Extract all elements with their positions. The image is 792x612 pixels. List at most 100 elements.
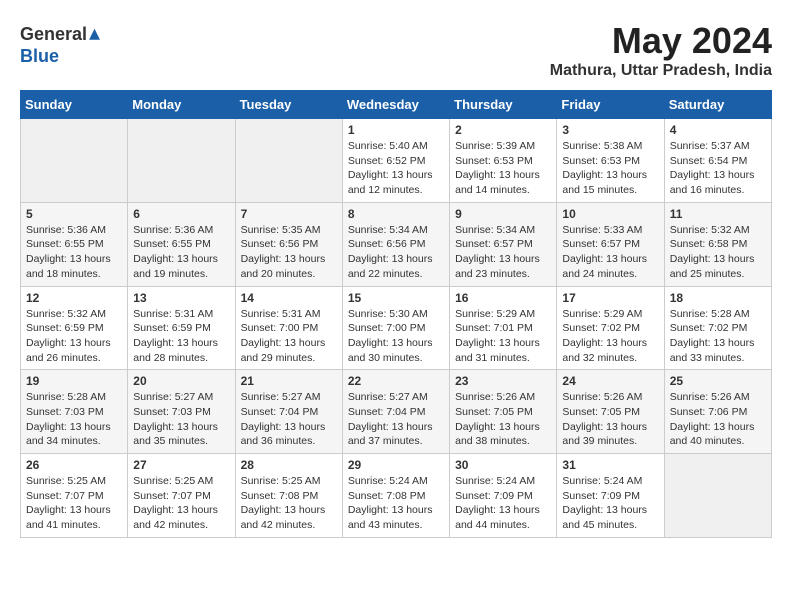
day-number: 25 <box>670 374 766 388</box>
calendar-cell: 16Sunrise: 5:29 AMSunset: 7:01 PMDayligh… <box>450 286 557 370</box>
day-info-line: Daylight: 13 hours and 30 minutes. <box>348 336 444 365</box>
day-info-line: Daylight: 13 hours and 18 minutes. <box>26 252 122 281</box>
day-info: Sunrise: 5:24 AMSunset: 7:09 PMDaylight:… <box>562 474 658 533</box>
day-info-line: Daylight: 13 hours and 37 minutes. <box>348 420 444 449</box>
day-info-line: Sunrise: 5:31 AM <box>133 307 229 322</box>
day-info-line: Sunset: 7:04 PM <box>348 405 444 420</box>
day-info: Sunrise: 5:31 AMSunset: 6:59 PMDaylight:… <box>133 307 229 366</box>
day-number: 21 <box>241 374 337 388</box>
calendar-header-row: SundayMondayTuesdayWednesdayThursdayFrid… <box>21 91 772 119</box>
calendar-cell: 7Sunrise: 5:35 AMSunset: 6:56 PMDaylight… <box>235 202 342 286</box>
day-info-line: Sunrise: 5:29 AM <box>455 307 551 322</box>
day-info: Sunrise: 5:27 AMSunset: 7:04 PMDaylight:… <box>348 390 444 449</box>
day-info: Sunrise: 5:39 AMSunset: 6:53 PMDaylight:… <box>455 139 551 198</box>
day-info-line: Sunrise: 5:26 AM <box>455 390 551 405</box>
day-info-line: Sunset: 7:08 PM <box>241 489 337 504</box>
day-number: 3 <box>562 123 658 137</box>
day-number: 1 <box>348 123 444 137</box>
day-info-line: Sunset: 7:02 PM <box>670 321 766 336</box>
day-info-line: Sunset: 7:03 PM <box>26 405 122 420</box>
day-info-line: Sunset: 6:59 PM <box>133 321 229 336</box>
day-info: Sunrise: 5:32 AMSunset: 6:59 PMDaylight:… <box>26 307 122 366</box>
day-number: 22 <box>348 374 444 388</box>
day-info-line: Daylight: 13 hours and 32 minutes. <box>562 336 658 365</box>
day-info-line: Sunset: 7:06 PM <box>670 405 766 420</box>
day-number: 26 <box>26 458 122 472</box>
calendar-header-saturday: Saturday <box>664 91 771 119</box>
calendar-cell <box>128 119 235 203</box>
day-info-line: Daylight: 13 hours and 24 minutes. <box>562 252 658 281</box>
calendar-table: SundayMondayTuesdayWednesdayThursdayFrid… <box>20 90 772 538</box>
day-info: Sunrise: 5:40 AMSunset: 6:52 PMDaylight:… <box>348 139 444 198</box>
day-info-line: Sunrise: 5:36 AM <box>133 223 229 238</box>
calendar-cell: 24 Sunrise: 5:26 AMSunset: 7:05 PMDayligh… <box>557 370 664 454</box>
day-info-line: Sunrise: 5:39 AM <box>455 139 551 154</box>
day-info-line: Sunrise: 5:34 AM <box>348 223 444 238</box>
day-info-line: Daylight: 13 hours and 29 minutes. <box>241 336 337 365</box>
logo: General▴ Blue <box>20 20 100 67</box>
calendar-cell: 14Sunrise: 5:31 AMSunset: 7:00 PMDayligh… <box>235 286 342 370</box>
calendar-cell: 20Sunrise: 5:27 AMSunset: 7:03 PMDayligh… <box>128 370 235 454</box>
day-info-line: Sunset: 6:56 PM <box>348 237 444 252</box>
day-info: Sunrise: 5:25 AMSunset: 7:07 PMDaylight:… <box>26 474 122 533</box>
day-info: Sunrise: 5:36 AMSunset: 6:55 PMDaylight:… <box>26 223 122 282</box>
day-info-line: Daylight: 13 hours and 42 minutes. <box>133 503 229 532</box>
day-info-line: Sunset: 7:05 PM <box>455 405 551 420</box>
day-number: 18 <box>670 291 766 305</box>
day-info-line: Sunset: 7:07 PM <box>26 489 122 504</box>
day-info-line: Sunrise: 5:33 AM <box>562 223 658 238</box>
day-info-line: Sunrise: 5:35 AM <box>241 223 337 238</box>
day-info-line: Daylight: 13 hours and 15 minutes. <box>562 168 658 197</box>
day-info: Sunrise: 5:34 AMSunset: 6:57 PMDaylight:… <box>455 223 551 282</box>
calendar-header-monday: Monday <box>128 91 235 119</box>
day-number: 6 <box>133 207 229 221</box>
day-info-line: Daylight: 13 hours and 40 minutes. <box>670 420 766 449</box>
day-number: 2 <box>455 123 551 137</box>
day-info-line: Sunrise: 5:30 AM <box>348 307 444 322</box>
day-info: Sunrise: 5:34 AMSunset: 6:56 PMDaylight:… <box>348 223 444 282</box>
calendar-header-sunday: Sunday <box>21 91 128 119</box>
calendar-cell: 11Sunrise: 5:32 AMSunset: 6:58 PMDayligh… <box>664 202 771 286</box>
day-info-line: Sunset: 7:08 PM <box>348 489 444 504</box>
day-info-line: Sunrise: 5:25 AM <box>26 474 122 489</box>
calendar-cell: 23Sunrise: 5:26 AMSunset: 7:05 PMDayligh… <box>450 370 557 454</box>
day-info-line: Sunset: 6:59 PM <box>26 321 122 336</box>
day-info: Sunrise: 5:24 AMSunset: 7:08 PMDaylight:… <box>348 474 444 533</box>
day-info-line: Sunset: 6:55 PM <box>133 237 229 252</box>
day-info: Sunrise: 5:28 AMSunset: 7:02 PMDaylight:… <box>670 307 766 366</box>
calendar-cell <box>664 454 771 538</box>
day-number: 31 <box>562 458 658 472</box>
calendar-cell: 4Sunrise: 5:37 AMSunset: 6:54 PMDaylight… <box>664 119 771 203</box>
calendar-week-5: 26Sunrise: 5:25 AMSunset: 7:07 PMDayligh… <box>21 454 772 538</box>
day-info: Sunrise: 5:25 AMSunset: 7:08 PMDaylight:… <box>241 474 337 533</box>
day-info-line: Sunset: 7:07 PM <box>133 489 229 504</box>
day-info-line: Daylight: 13 hours and 25 minutes. <box>670 252 766 281</box>
calendar-cell: 1 Sunrise: 5:40 AMSunset: 6:52 PMDaylight… <box>342 119 449 203</box>
calendar-cell: 28Sunrise: 5:25 AMSunset: 7:08 PMDayligh… <box>235 454 342 538</box>
calendar-cell: 3Sunrise: 5:38 AMSunset: 6:53 PMDaylight… <box>557 119 664 203</box>
day-info: Sunrise: 5:28 AMSunset: 7:03 PMDaylight:… <box>26 390 122 449</box>
day-number: 11 <box>670 207 766 221</box>
day-info-line: Sunrise: 5:32 AM <box>26 307 122 322</box>
day-number: 24 <box>562 374 658 388</box>
day-info: Sunrise: 5:29 AMSunset: 7:01 PMDaylight:… <box>455 307 551 366</box>
day-info: Sunrise: 5:26 AMSunset: 7:05 PMDaylight:… <box>562 390 658 449</box>
day-info: Sunrise: 5:29 AMSunset: 7:02 PMDaylight:… <box>562 307 658 366</box>
day-info-line: Sunrise: 5:40 AM <box>348 139 444 154</box>
day-number: 15 <box>348 291 444 305</box>
day-number: 30 <box>455 458 551 472</box>
day-info-line: Sunset: 7:00 PM <box>348 321 444 336</box>
day-info-line: Sunset: 7:09 PM <box>455 489 551 504</box>
day-info-line: Sunrise: 5:29 AM <box>562 307 658 322</box>
day-info-line: Sunset: 6:57 PM <box>562 237 658 252</box>
calendar-cell: 22 Sunrise: 5:27 AMSunset: 7:04 PMDayligh… <box>342 370 449 454</box>
logo-general: General <box>20 24 87 44</box>
day-info-line: Daylight: 13 hours and 45 minutes. <box>562 503 658 532</box>
day-number: 14 <box>241 291 337 305</box>
day-info-line: Daylight: 13 hours and 36 minutes. <box>241 420 337 449</box>
day-info-line: Sunrise: 5:32 AM <box>670 223 766 238</box>
day-number: 19 <box>26 374 122 388</box>
day-info-line: Daylight: 13 hours and 41 minutes. <box>26 503 122 532</box>
day-info: Sunrise: 5:33 AMSunset: 6:57 PMDaylight:… <box>562 223 658 282</box>
calendar-header-thursday: Thursday <box>450 91 557 119</box>
